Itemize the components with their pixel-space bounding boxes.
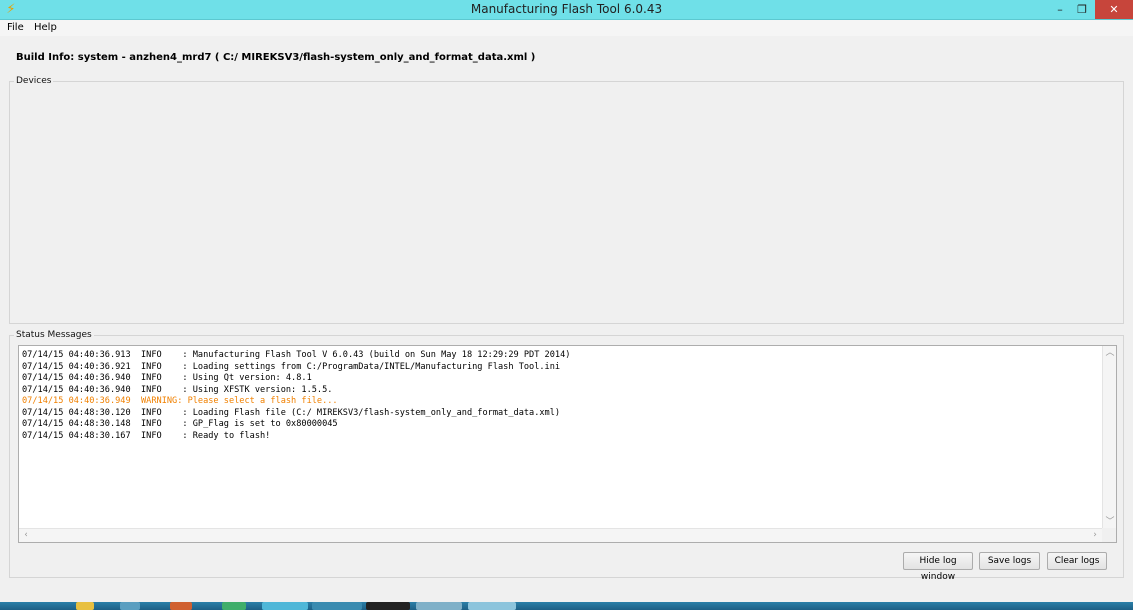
log-line: 07/14/15 04:48:30.148 INFO : GP_Flag is … [22,419,338,429]
log-lines: 07/14/15 04:40:36.913 INFO : Manufacturi… [22,350,570,442]
scroll-corner [1102,528,1116,542]
taskbar-app-icon[interactable] [120,602,140,610]
menu-file[interactable]: File [7,21,24,35]
log-line: 07/14/15 04:40:36.949 WARNING: Please se… [22,396,338,406]
minimize-button[interactable]: – [1049,0,1071,19]
maximize-button[interactable]: ❐ [1071,0,1093,19]
taskbar-app-icon[interactable] [366,602,410,610]
taskbar [0,602,1133,610]
window-title: Manufacturing Flash Tool 6.0.43 [470,2,663,16]
taskbar-app-icon[interactable] [468,602,516,610]
scroll-right-icon[interactable]: › [1089,529,1101,541]
clear-logs-button[interactable]: Clear logs [1047,552,1107,570]
taskbar-app-icon[interactable] [76,602,94,610]
log-line: 07/14/15 04:40:36.940 INFO : Using Qt ve… [22,373,312,383]
taskbar-app-icon[interactable] [262,602,308,610]
horizontal-scrollbar[interactable]: ‹ › [19,528,1103,542]
log-line: 07/14/15 04:40:36.921 INFO : Loading set… [22,361,561,372]
hide-log-window-button[interactable]: Hide log window [903,552,973,582]
taskbar-app-icon[interactable] [312,602,362,610]
scroll-up-icon[interactable]: ︿ [1104,347,1116,359]
title-bar[interactable]: ⚡ Manufacturing Flash Tool 6.0.43 – ❐ ✕ [0,0,1133,20]
log-line: 07/14/15 04:48:30.167 INFO : Ready to fl… [22,430,271,441]
taskbar-app-icon[interactable] [416,602,462,610]
menu-bar: File Help [0,20,1133,36]
taskbar-app-icon[interactable] [222,602,246,610]
devices-groupbox [9,81,1124,324]
menu-help[interactable]: Help [34,21,57,35]
scroll-left-icon[interactable]: ‹ [20,529,32,541]
log-line: 07/14/15 04:40:36.913 INFO : Manufacturi… [22,350,571,360]
scroll-down-icon[interactable]: ﹀ [1104,516,1116,528]
close-button[interactable]: ✕ [1095,0,1133,19]
save-logs-button[interactable]: Save logs [979,552,1040,570]
devices-group-title: Devices [14,76,54,87]
log-line: 07/14/15 04:48:30.120 INFO : Loading Fla… [22,407,561,418]
log-line: 07/14/15 04:40:36.940 INFO : Using XFSTK… [22,384,333,395]
vertical-scrollbar[interactable]: ︿ ﹀ [1102,346,1116,529]
status-messages-title: Status Messages [14,330,94,341]
log-textarea[interactable]: 07/14/15 04:40:36.913 INFO : Manufacturi… [18,345,1117,543]
taskbar-app-icon[interactable] [170,602,192,610]
build-info-label: Build Info: system - anzhen4_mrd7 ( C:/ … [16,52,536,63]
